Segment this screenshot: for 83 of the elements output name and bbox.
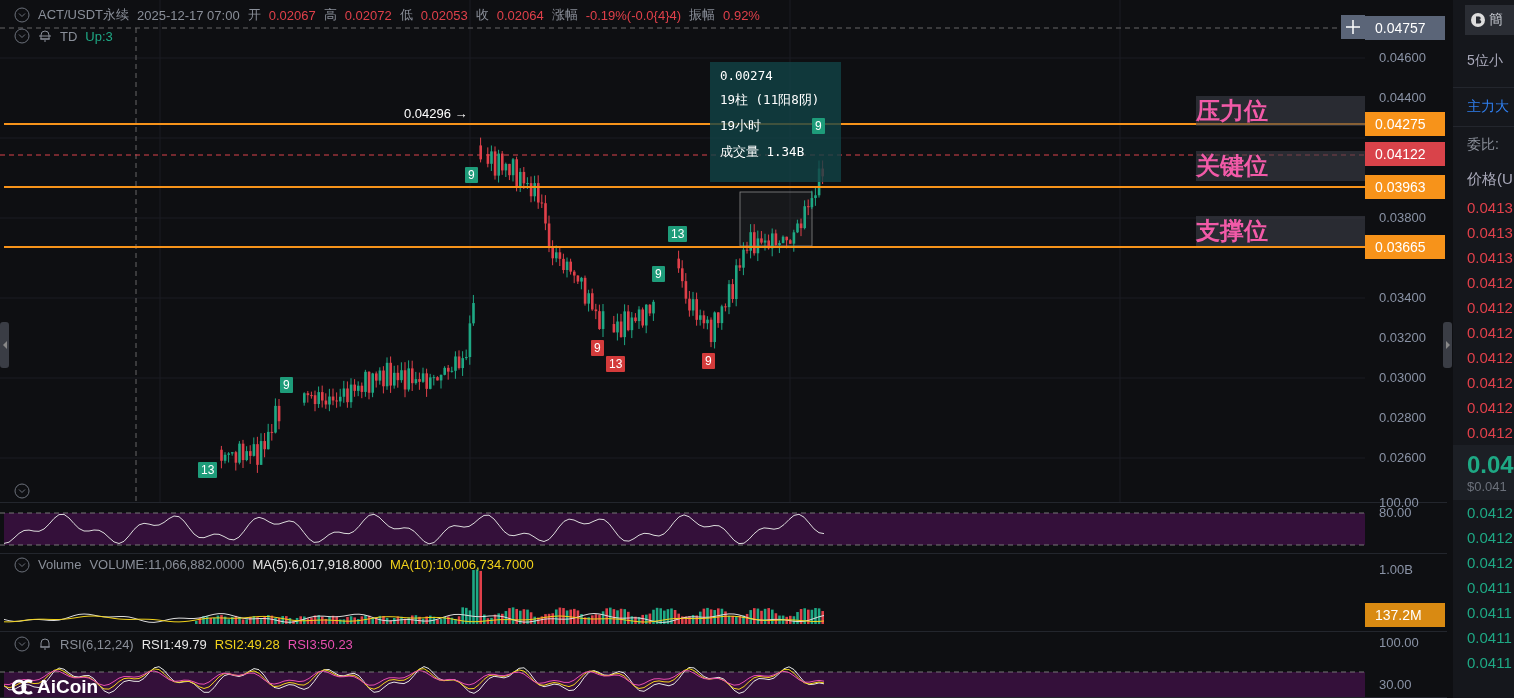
indicator-value: Up:3 <box>85 28 113 44</box>
td-count-marker: 9 <box>812 118 825 134</box>
indicator-value: MA(10):10,006,734.7000 <box>389 557 534 573</box>
ratio-label: 委比: <box>1466 135 1500 154</box>
td-count-marker: 13 <box>606 356 626 372</box>
ask-price: 0.0413 <box>1466 198 1514 218</box>
bid-price: 0.0411 <box>1466 578 1513 598</box>
field-label: 振幅 <box>689 6 716 24</box>
td-count-marker: 9 <box>702 353 715 369</box>
indicator-name: Volume <box>38 557 82 573</box>
td-count-marker: 9 <box>465 167 478 183</box>
symbol-name: ACT/USDT永续 <box>38 6 129 24</box>
field-label: 收 <box>475 6 489 24</box>
tooltip-line: 19柱 (11阳8阴) <box>720 92 820 109</box>
bid-price: 0.0411 <box>1466 653 1513 673</box>
td-count-marker: 9 <box>652 266 665 282</box>
price-tick: 0.04600 <box>1379 50 1426 65</box>
indicator-value: MA(5):6,017,918.8000 <box>252 557 382 573</box>
td-count-marker: 9 <box>280 377 293 393</box>
price-tick: 0.03800 <box>1379 210 1426 225</box>
field-label: 开 <box>247 6 261 24</box>
bid-price: 0.0411 <box>1466 628 1513 648</box>
panel-tab[interactable]: 主力大 <box>1453 88 1514 127</box>
level-price-badge: 0.03963 <box>1365 175 1445 199</box>
axis-tick: 30.00 <box>1379 677 1412 693</box>
level-price-badge: 0.04275 <box>1365 112 1445 136</box>
price-tick: 0.03400 <box>1379 290 1426 305</box>
ask-price: 0.0413 <box>1466 223 1514 243</box>
ask-price: 0.0412 <box>1466 423 1514 443</box>
level-price-badge: 0.03665 <box>1365 235 1445 259</box>
column-header: 价格(U <box>1466 168 1514 189</box>
volume-badge: 137.2M <box>1365 602 1445 627</box>
price-tick: 0.02600 <box>1379 450 1426 465</box>
ask-price: 0.0412 <box>1466 398 1514 418</box>
indicator-name: TD <box>60 28 78 44</box>
field-value: 0.02064 <box>496 7 544 23</box>
tooltip-line: 19小时 <box>720 118 762 135</box>
indicator-value: RSI3:50.23 <box>287 636 353 652</box>
axis-tick: 1.00B <box>1379 561 1413 577</box>
bid-price: 0.0412 <box>1466 553 1514 573</box>
peak-price-label: 0.04296 → <box>404 106 468 121</box>
level-label: 关键位 <box>1196 151 1365 181</box>
td-count-marker: 13 <box>198 462 218 478</box>
indicator-value: RSI2:49.28 <box>214 636 280 652</box>
field-value: -0.19%(-0.0{4}4) <box>585 7 682 23</box>
ask-price: 0.0412 <box>1466 323 1514 343</box>
field-value: 0.02067 <box>268 7 316 23</box>
field-value: 0.02053 <box>420 7 468 23</box>
price-tick: 0.04400 <box>1379 90 1426 105</box>
level-label: 支撑位 <box>1196 216 1365 246</box>
indicator-name: RSI(6,12,24) <box>60 636 134 652</box>
last-price: 0.04 <box>1467 451 1514 479</box>
indicator-value: RSI1:49.79 <box>141 636 207 652</box>
bid-price: 0.0412 <box>1466 528 1514 548</box>
field-label: 涨幅 <box>551 6 578 24</box>
td-count-marker: 9 <box>591 340 604 356</box>
field-label: 高 <box>323 6 337 24</box>
bid-price: 0.0412 <box>1466 503 1514 523</box>
ask-price: 0.0413 <box>1466 248 1514 268</box>
price-badge: 0.04757 <box>1365 16 1445 40</box>
mode-button[interactable]: 簡 <box>1465 5 1514 35</box>
field-value: 0.02072 <box>344 7 392 23</box>
level-label: 压力位 <box>1196 96 1365 126</box>
ask-price: 0.0412 <box>1466 348 1514 368</box>
field-label: 低 <box>399 6 413 24</box>
ask-price: 0.0412 <box>1466 298 1514 318</box>
tooltip-line: 成交量 1.34B <box>720 144 805 161</box>
td-count-marker: 13 <box>668 226 688 242</box>
last-price-usd: $0.041 <box>1467 479 1508 494</box>
axis-tick: 100.00 <box>1379 635 1419 651</box>
price-tick: 0.03000 <box>1379 370 1426 385</box>
price-badge: 0.04122 <box>1365 142 1445 166</box>
bid-price: 0.0411 <box>1466 603 1513 623</box>
indicator-value: VOLUME:11,066,882.0000 <box>89 557 245 573</box>
field-value: 0.92% <box>723 7 760 23</box>
price-tick: 0.02800 <box>1379 410 1426 425</box>
ask-price: 0.0412 <box>1466 273 1514 293</box>
candle-time: 2025-12-17 07:00 <box>137 7 240 23</box>
tooltip-line: 0.00274 <box>720 68 773 83</box>
ask-price: 0.0412 <box>1466 373 1514 393</box>
price-tick: 0.03200 <box>1379 330 1426 345</box>
logo-text: AiCoin <box>37 676 99 697</box>
decimals-selector[interactable]: 5位小 <box>1453 35 1514 88</box>
